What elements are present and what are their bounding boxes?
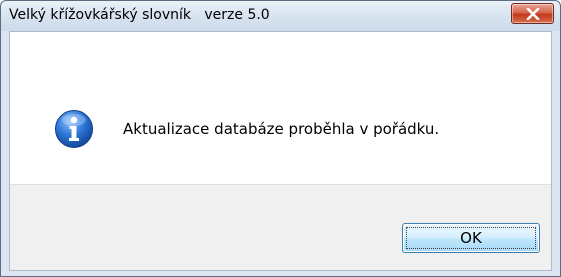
ok-button-label: OK <box>460 229 482 247</box>
button-bar: OK <box>10 184 551 270</box>
message-text: Aktualizace databáze proběhla v pořádku. <box>123 120 440 138</box>
close-icon <box>526 8 540 20</box>
close-button[interactable] <box>511 3 554 24</box>
info-icon <box>55 110 93 148</box>
message-area: Aktualizace databáze proběhla v pořádku. <box>10 32 551 186</box>
title-bar[interactable]: Velký křížovkářský slovník verze 5.0 <box>1 1 560 31</box>
ok-button[interactable]: OK <box>402 223 540 253</box>
message-dialog: Velký křížovkářský slovník verze 5.0 Akt… <box>0 0 561 277</box>
window-title: Velký křížovkářský slovník verze 5.0 <box>9 7 270 23</box>
dialog-content: Aktualizace databáze proběhla v pořádku.… <box>9 31 552 271</box>
